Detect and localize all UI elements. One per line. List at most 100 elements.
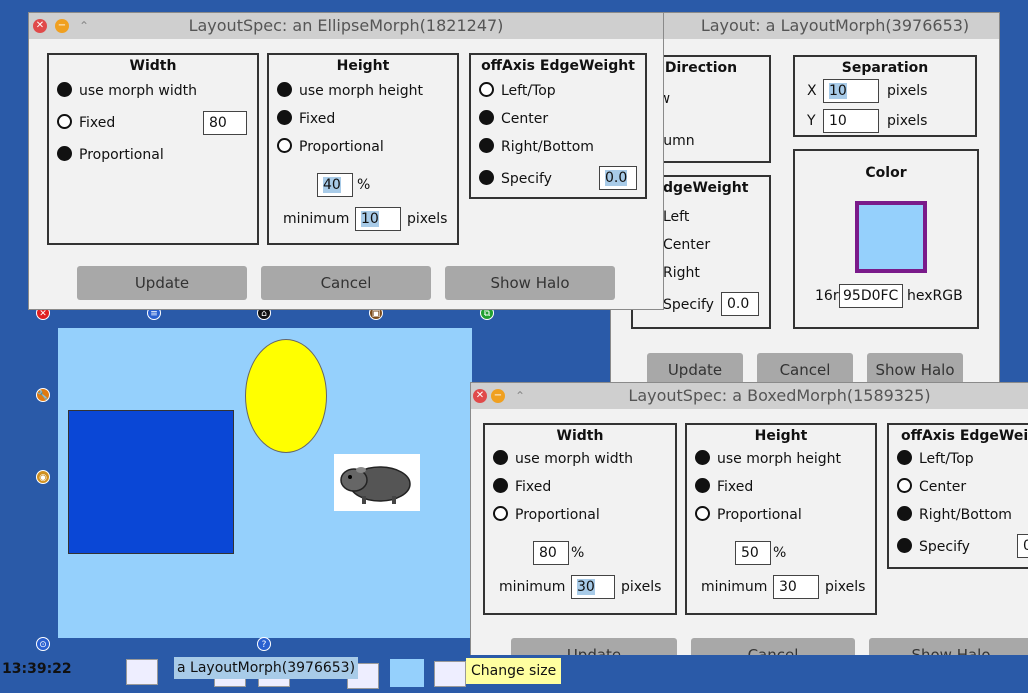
offaxis-title: offAxis EdgeWei xyxy=(901,428,1028,444)
radio-icon xyxy=(57,114,72,129)
separation-y-unit: pixels xyxy=(887,113,928,129)
left-top-option[interactable]: Left/Top xyxy=(479,81,556,101)
minimum-height-field[interactable]: 10 xyxy=(355,207,401,231)
proportional-height-option[interactable]: Proportional xyxy=(277,137,384,157)
taskbar-item-window[interactable] xyxy=(434,661,466,687)
specify-field[interactable]: 0.0 xyxy=(599,166,637,190)
edge-left-option[interactable]: Left xyxy=(663,207,689,227)
debug-icon[interactable]: 🔧 xyxy=(36,388,50,402)
specify-field[interactable]: 0 xyxy=(1017,534,1028,558)
scale-icon[interactable]: ⊙ xyxy=(36,637,50,651)
proportional-height-option[interactable]: Proportional xyxy=(695,505,802,525)
proportional-width-option[interactable]: Proportional xyxy=(57,145,164,165)
right-bottom-option[interactable]: Right/Bottom xyxy=(897,505,1012,525)
percent-label: % xyxy=(773,545,787,561)
edge-specify-option[interactable]: Specify xyxy=(663,295,714,315)
height-title: Height xyxy=(336,58,390,74)
minimum-label: minimum xyxy=(499,579,566,595)
use-morph-width-option[interactable]: use morph width xyxy=(493,449,633,469)
separation-x-unit: pixels xyxy=(887,83,928,99)
boxed-offaxis-panel: offAxis EdgeWei Left/Top Center Right/Bo… xyxy=(887,423,1028,569)
guinea-pig-image[interactable] xyxy=(334,454,420,511)
color-title: Color xyxy=(865,165,907,181)
clock: 13:39:22 xyxy=(2,661,72,677)
taskbar-item-layout[interactable] xyxy=(390,659,424,687)
ellipse-spec-window: LayoutSpec: an EllipseMorph(1821247) ✕ −… xyxy=(28,12,664,310)
left-top-option[interactable]: Left/Top xyxy=(897,449,974,469)
ellipse-morph[interactable] xyxy=(245,339,327,453)
specify-option[interactable]: Specify xyxy=(897,537,970,557)
fixed-height-option[interactable]: Fixed xyxy=(695,477,753,497)
separation-x-label: X xyxy=(807,83,817,99)
rotate-icon[interactable]: ◉ xyxy=(36,470,50,484)
radio-icon xyxy=(479,170,494,185)
help-icon[interactable]: ? xyxy=(257,637,271,651)
minimize-icon[interactable]: − xyxy=(491,389,505,403)
fixed-width-field[interactable]: 80 xyxy=(203,111,247,135)
edge-weight-title: dgeWeight xyxy=(663,180,749,196)
boxed-width-panel: Width use morph width Fixed Proportional… xyxy=(483,423,677,615)
offaxis-title: offAxis EdgeWeight xyxy=(481,58,635,74)
change-size-tooltip: Change size xyxy=(466,658,562,684)
use-morph-height-option[interactable]: use morph height xyxy=(277,81,423,101)
close-icon[interactable]: ✕ xyxy=(473,389,487,403)
layout-window-title[interactable]: Layout: a LayoutMorph(3976653) xyxy=(611,13,999,39)
center-option[interactable]: Center xyxy=(479,109,548,129)
fixed-width-option[interactable]: Fixed xyxy=(57,113,115,133)
use-morph-height-option[interactable]: use morph height xyxy=(695,449,841,469)
radio-icon xyxy=(897,478,912,493)
separation-x-field[interactable]: 10 xyxy=(823,79,879,103)
pixels-label: pixels xyxy=(825,579,866,595)
radio-icon xyxy=(479,82,494,97)
proportional-height-field[interactable]: 50 xyxy=(735,541,771,565)
right-bottom-option[interactable]: Right/Bottom xyxy=(479,137,594,157)
ellipse-cancel-button[interactable]: Cancel xyxy=(261,266,431,300)
boxed-morph[interactable] xyxy=(68,410,234,554)
radio-icon xyxy=(493,478,508,493)
close-icon[interactable]: ✕ xyxy=(33,19,47,33)
ellipse-update-button[interactable]: Update xyxy=(77,266,247,300)
minimize-icon[interactable]: − xyxy=(55,19,69,33)
pixels-label: pixels xyxy=(621,579,662,595)
width-title: Width xyxy=(556,428,604,444)
radio-icon xyxy=(479,138,494,153)
radio-icon xyxy=(695,450,710,465)
separation-y-field[interactable]: 10 xyxy=(823,109,879,133)
proportional-height-field[interactable]: 40 xyxy=(317,173,353,197)
color-prefix: 16r xyxy=(815,288,839,304)
edge-specify-field[interactable]: 0.0 xyxy=(721,292,759,316)
use-morph-width-option[interactable]: use morph width xyxy=(57,81,197,101)
proportional-width-option[interactable]: Proportional xyxy=(493,505,600,525)
collapse-icon[interactable]: ⌃ xyxy=(77,19,91,33)
radio-icon xyxy=(897,506,912,521)
ellipse-show-halo-button[interactable]: Show Halo xyxy=(445,266,615,300)
fixed-height-option[interactable]: Fixed xyxy=(277,109,335,129)
minimum-height-field[interactable]: 30 xyxy=(773,575,819,599)
minimum-label: minimum xyxy=(283,211,350,227)
radio-icon xyxy=(277,82,292,97)
boxed-height-panel: Height use morph height Fixed Proportion… xyxy=(685,423,877,615)
fixed-width-option[interactable]: Fixed xyxy=(493,477,551,497)
collapse-icon[interactable]: ⌃ xyxy=(513,389,527,403)
proportional-width-field[interactable]: 80 xyxy=(533,541,569,565)
separation-panel: Separation X 10 pixels Y 10 pixels xyxy=(793,55,977,137)
specify-option[interactable]: Specify xyxy=(479,169,552,189)
boxed-spec-title[interactable]: LayoutSpec: a BoxedMorph(1589325) xyxy=(471,383,1028,409)
percent-label: % xyxy=(357,177,371,193)
height-title: Height xyxy=(754,428,808,444)
separation-title: Separation xyxy=(841,60,929,76)
radio-icon xyxy=(57,146,72,161)
color-hex-field[interactable]: 95D0FC xyxy=(839,284,903,308)
radio-icon xyxy=(897,538,912,553)
taskbar-tooltip: a LayoutMorph(3976653) xyxy=(174,657,359,679)
color-swatch[interactable] xyxy=(855,201,927,273)
minimum-width-field[interactable]: 30 xyxy=(571,575,615,599)
edge-center-option[interactable]: Center xyxy=(663,235,710,255)
edge-right-option[interactable]: Right xyxy=(663,263,700,283)
layout-morph-canvas[interactable] xyxy=(58,328,472,638)
radio-icon xyxy=(695,478,710,493)
width-title: Width xyxy=(129,58,177,74)
taskbar-item-browser[interactable] xyxy=(126,659,158,685)
ellipse-spec-title[interactable]: LayoutSpec: an EllipseMorph(1821247) xyxy=(29,13,663,39)
center-option[interactable]: Center xyxy=(897,477,966,497)
